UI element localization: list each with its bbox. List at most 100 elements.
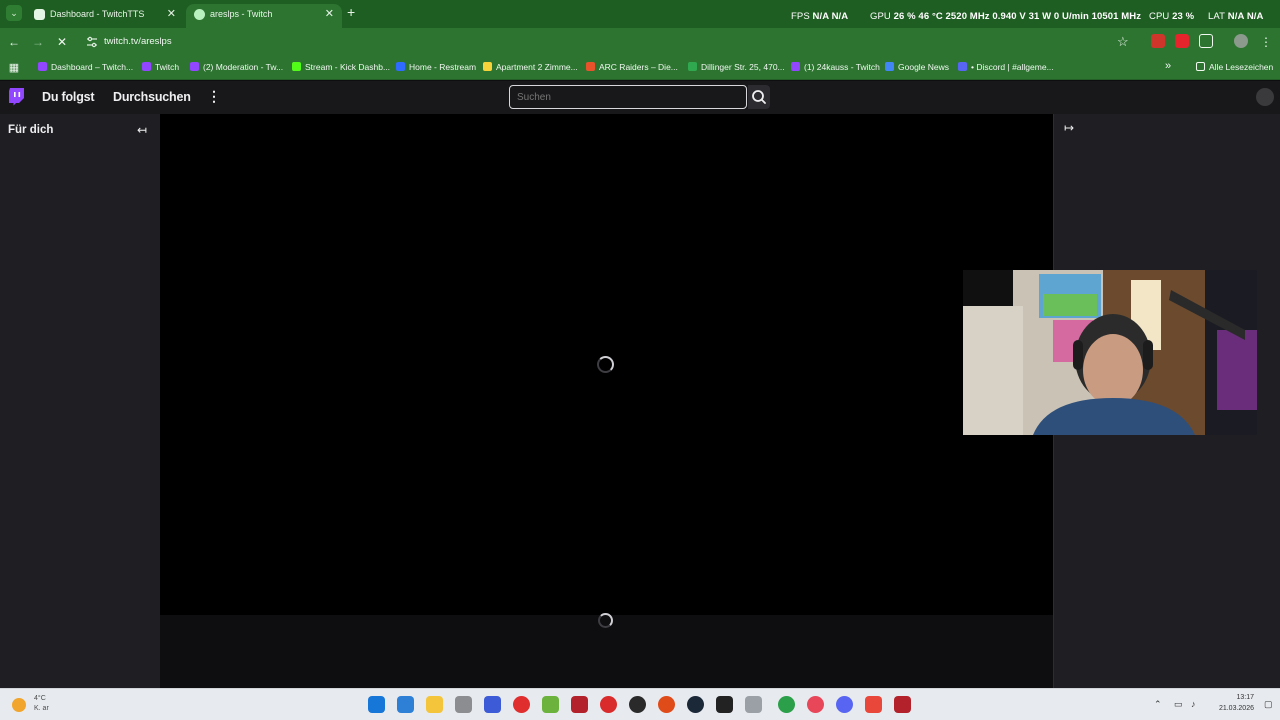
user-avatar[interactable] xyxy=(1256,88,1274,106)
calculator-icon[interactable] xyxy=(397,696,414,713)
collapse-sidebar-icon[interactable]: ↤ xyxy=(137,123,147,137)
bookmark-label: Home - Restream xyxy=(409,62,477,72)
lat-label: LAT xyxy=(1208,11,1226,22)
lat-readout: LAT N/A N/A xyxy=(1208,11,1264,22)
bookmarks-overflow-button[interactable]: » xyxy=(1165,60,1171,72)
bookmark-favicon-icon xyxy=(586,62,595,71)
browser-tab-dashboard[interactable]: Dashboard - TwitchTTS ✕ xyxy=(26,4,184,28)
bookmark-item[interactable]: Home - Restream xyxy=(396,62,476,72)
volume-icon[interactable]: ♪ xyxy=(1191,699,1196,709)
folder-icon xyxy=(1196,62,1205,71)
profile-avatar[interactable] xyxy=(1234,34,1248,48)
search-button[interactable] xyxy=(748,85,770,109)
tab-title: areslps - Twitch xyxy=(210,9,273,19)
bookmark-item[interactable]: (1) 24kauss - Twitch xyxy=(791,62,880,72)
bookmark-favicon-icon xyxy=(142,62,151,71)
forward-arrow-icon[interactable]: → xyxy=(30,34,46,50)
windows-taskbar: 4°C K. ar ⌃ ▭ ♪ 13:17 21.03.2026 ▢ xyxy=(0,688,1280,720)
bookmark-label: Twitch xyxy=(155,62,180,72)
epic-games-icon[interactable] xyxy=(716,696,733,713)
notifications-icon[interactable]: ▢ xyxy=(1264,699,1273,710)
tab-search-button[interactable]: ⌄ xyxy=(6,5,22,21)
chrome-icon[interactable] xyxy=(778,696,795,713)
bookmark-favicon-icon xyxy=(688,62,697,71)
game-launcher-icon[interactable] xyxy=(542,696,559,713)
voice-app-icon[interactable] xyxy=(571,696,588,713)
close-icon[interactable]: ✕ xyxy=(167,7,176,20)
cpu-value: 23 % xyxy=(1172,11,1195,22)
twitch-logo-icon[interactable] xyxy=(8,88,24,106)
weather-temperature: 4°C xyxy=(34,695,46,702)
bookmark-favicon-icon xyxy=(791,62,800,71)
mouse-app-icon[interactable] xyxy=(455,696,472,713)
bookmark-favicon-icon xyxy=(483,62,492,71)
bookmark-item[interactable]: (2) Moderation - Tw... xyxy=(190,62,283,72)
nav-following-link[interactable]: Du folgst xyxy=(42,90,95,104)
nav-browse-link[interactable]: Durchsuchen xyxy=(113,90,191,104)
gpu-readout: GPU 26 % 46 °C 2520 MHz 0.940 V 31 W 0 U… xyxy=(870,11,1141,22)
v-app-icon[interactable] xyxy=(484,696,501,713)
webcam-overlay xyxy=(963,270,1257,435)
sidebar-title: Für dich xyxy=(8,124,54,136)
browser-menu-icon[interactable]: ⋮ xyxy=(1258,34,1274,50)
back-arrow-icon[interactable]: ← xyxy=(6,34,22,50)
bookmark-item[interactable]: Dillinger Str. 25, 470... xyxy=(688,62,785,72)
bookmark-favicon-icon xyxy=(396,62,405,71)
bookmark-item[interactable]: ARC Raiders – Die... xyxy=(586,62,678,72)
more-options-icon[interactable]: ⋮ xyxy=(207,88,221,104)
bookmark-label: • Discord | #allgeme... xyxy=(971,62,1054,72)
bookmark-favicon-icon xyxy=(292,62,301,71)
bookmark-label: (2) Moderation - Tw... xyxy=(203,62,284,72)
search-icon xyxy=(752,90,766,104)
weather-moon-icon[interactable] xyxy=(12,698,26,712)
opera-gx-icon[interactable] xyxy=(807,696,824,713)
extension-icon[interactable] xyxy=(1175,34,1189,48)
new-tab-button[interactable]: + xyxy=(347,5,355,19)
adblock-extension-icon[interactable] xyxy=(1151,34,1165,48)
streamer-app-icon[interactable] xyxy=(865,696,882,713)
bookmark-favicon-icon xyxy=(958,62,967,71)
browser-toolbar: ← → ✕ twitch.tv/areslps ☆ ⋮ xyxy=(0,28,1280,56)
start-windows-icon[interactable] xyxy=(368,696,385,713)
origin-icon[interactable] xyxy=(658,696,675,713)
stop-loading-icon[interactable]: ✕ xyxy=(54,34,70,50)
video-player[interactable] xyxy=(160,114,1053,615)
cpu-label: CPU xyxy=(1149,11,1170,22)
bookmark-label: Apartment 2 Zimme... xyxy=(496,62,578,72)
expand-chat-icon[interactable]: ↦ xyxy=(1064,121,1074,135)
recorder-icon[interactable] xyxy=(600,696,617,713)
voice-app-2-icon[interactable] xyxy=(894,696,911,713)
site-info-icon[interactable] xyxy=(86,36,98,48)
obs-icon[interactable] xyxy=(629,696,646,713)
bookmark-favicon-icon xyxy=(885,62,894,71)
tab-favicon-icon xyxy=(34,9,45,20)
apps-grid-icon[interactable]: ▦ xyxy=(6,60,22,76)
settings-app-icon[interactable] xyxy=(745,696,762,713)
bookmark-star-icon[interactable]: ☆ xyxy=(1117,34,1129,50)
loading-spinner-icon xyxy=(597,356,614,373)
search-input[interactable] xyxy=(509,85,747,109)
close-icon[interactable]: ✕ xyxy=(325,7,334,20)
webcam-image xyxy=(963,270,1257,435)
bookmark-item[interactable]: Apartment 2 Zimme... xyxy=(483,62,578,72)
discord-icon[interactable] xyxy=(836,696,853,713)
bookmark-item[interactable]: Twitch xyxy=(142,62,179,72)
address-bar[interactable]: twitch.tv/areslps ☆ xyxy=(80,31,1140,53)
bookmark-item[interactable]: Google News xyxy=(885,62,949,72)
steam-icon[interactable] xyxy=(687,696,704,713)
all-bookmarks-label: Alle Lesezeichen xyxy=(1209,62,1274,72)
clock-time[interactable]: 13:17 xyxy=(1214,694,1254,701)
extensions-puzzle-icon[interactable] xyxy=(1199,34,1213,48)
sidebar: Für dich ↤ xyxy=(0,114,160,688)
browser-tab-twitch[interactable]: areslps - Twitch ✕ xyxy=(186,4,342,28)
url-text: twitch.tv/areslps xyxy=(104,36,172,47)
network-icon[interactable]: ▭ xyxy=(1174,699,1183,710)
bookmark-item[interactable]: Stream - Kick Dashb... xyxy=(292,62,390,72)
all-bookmarks-folder[interactable]: Alle Lesezeichen xyxy=(1196,62,1273,72)
clock-date[interactable]: 21.03.2026 xyxy=(1206,705,1254,712)
bookmark-item[interactable]: • Discord | #allgeme... xyxy=(958,62,1054,72)
opera-icon[interactable] xyxy=(513,696,530,713)
tray-expand-icon[interactable]: ⌃ xyxy=(1154,699,1162,710)
bookmark-item[interactable]: Dashboard – Twitch... xyxy=(38,62,133,72)
file-explorer-icon[interactable] xyxy=(426,696,443,713)
